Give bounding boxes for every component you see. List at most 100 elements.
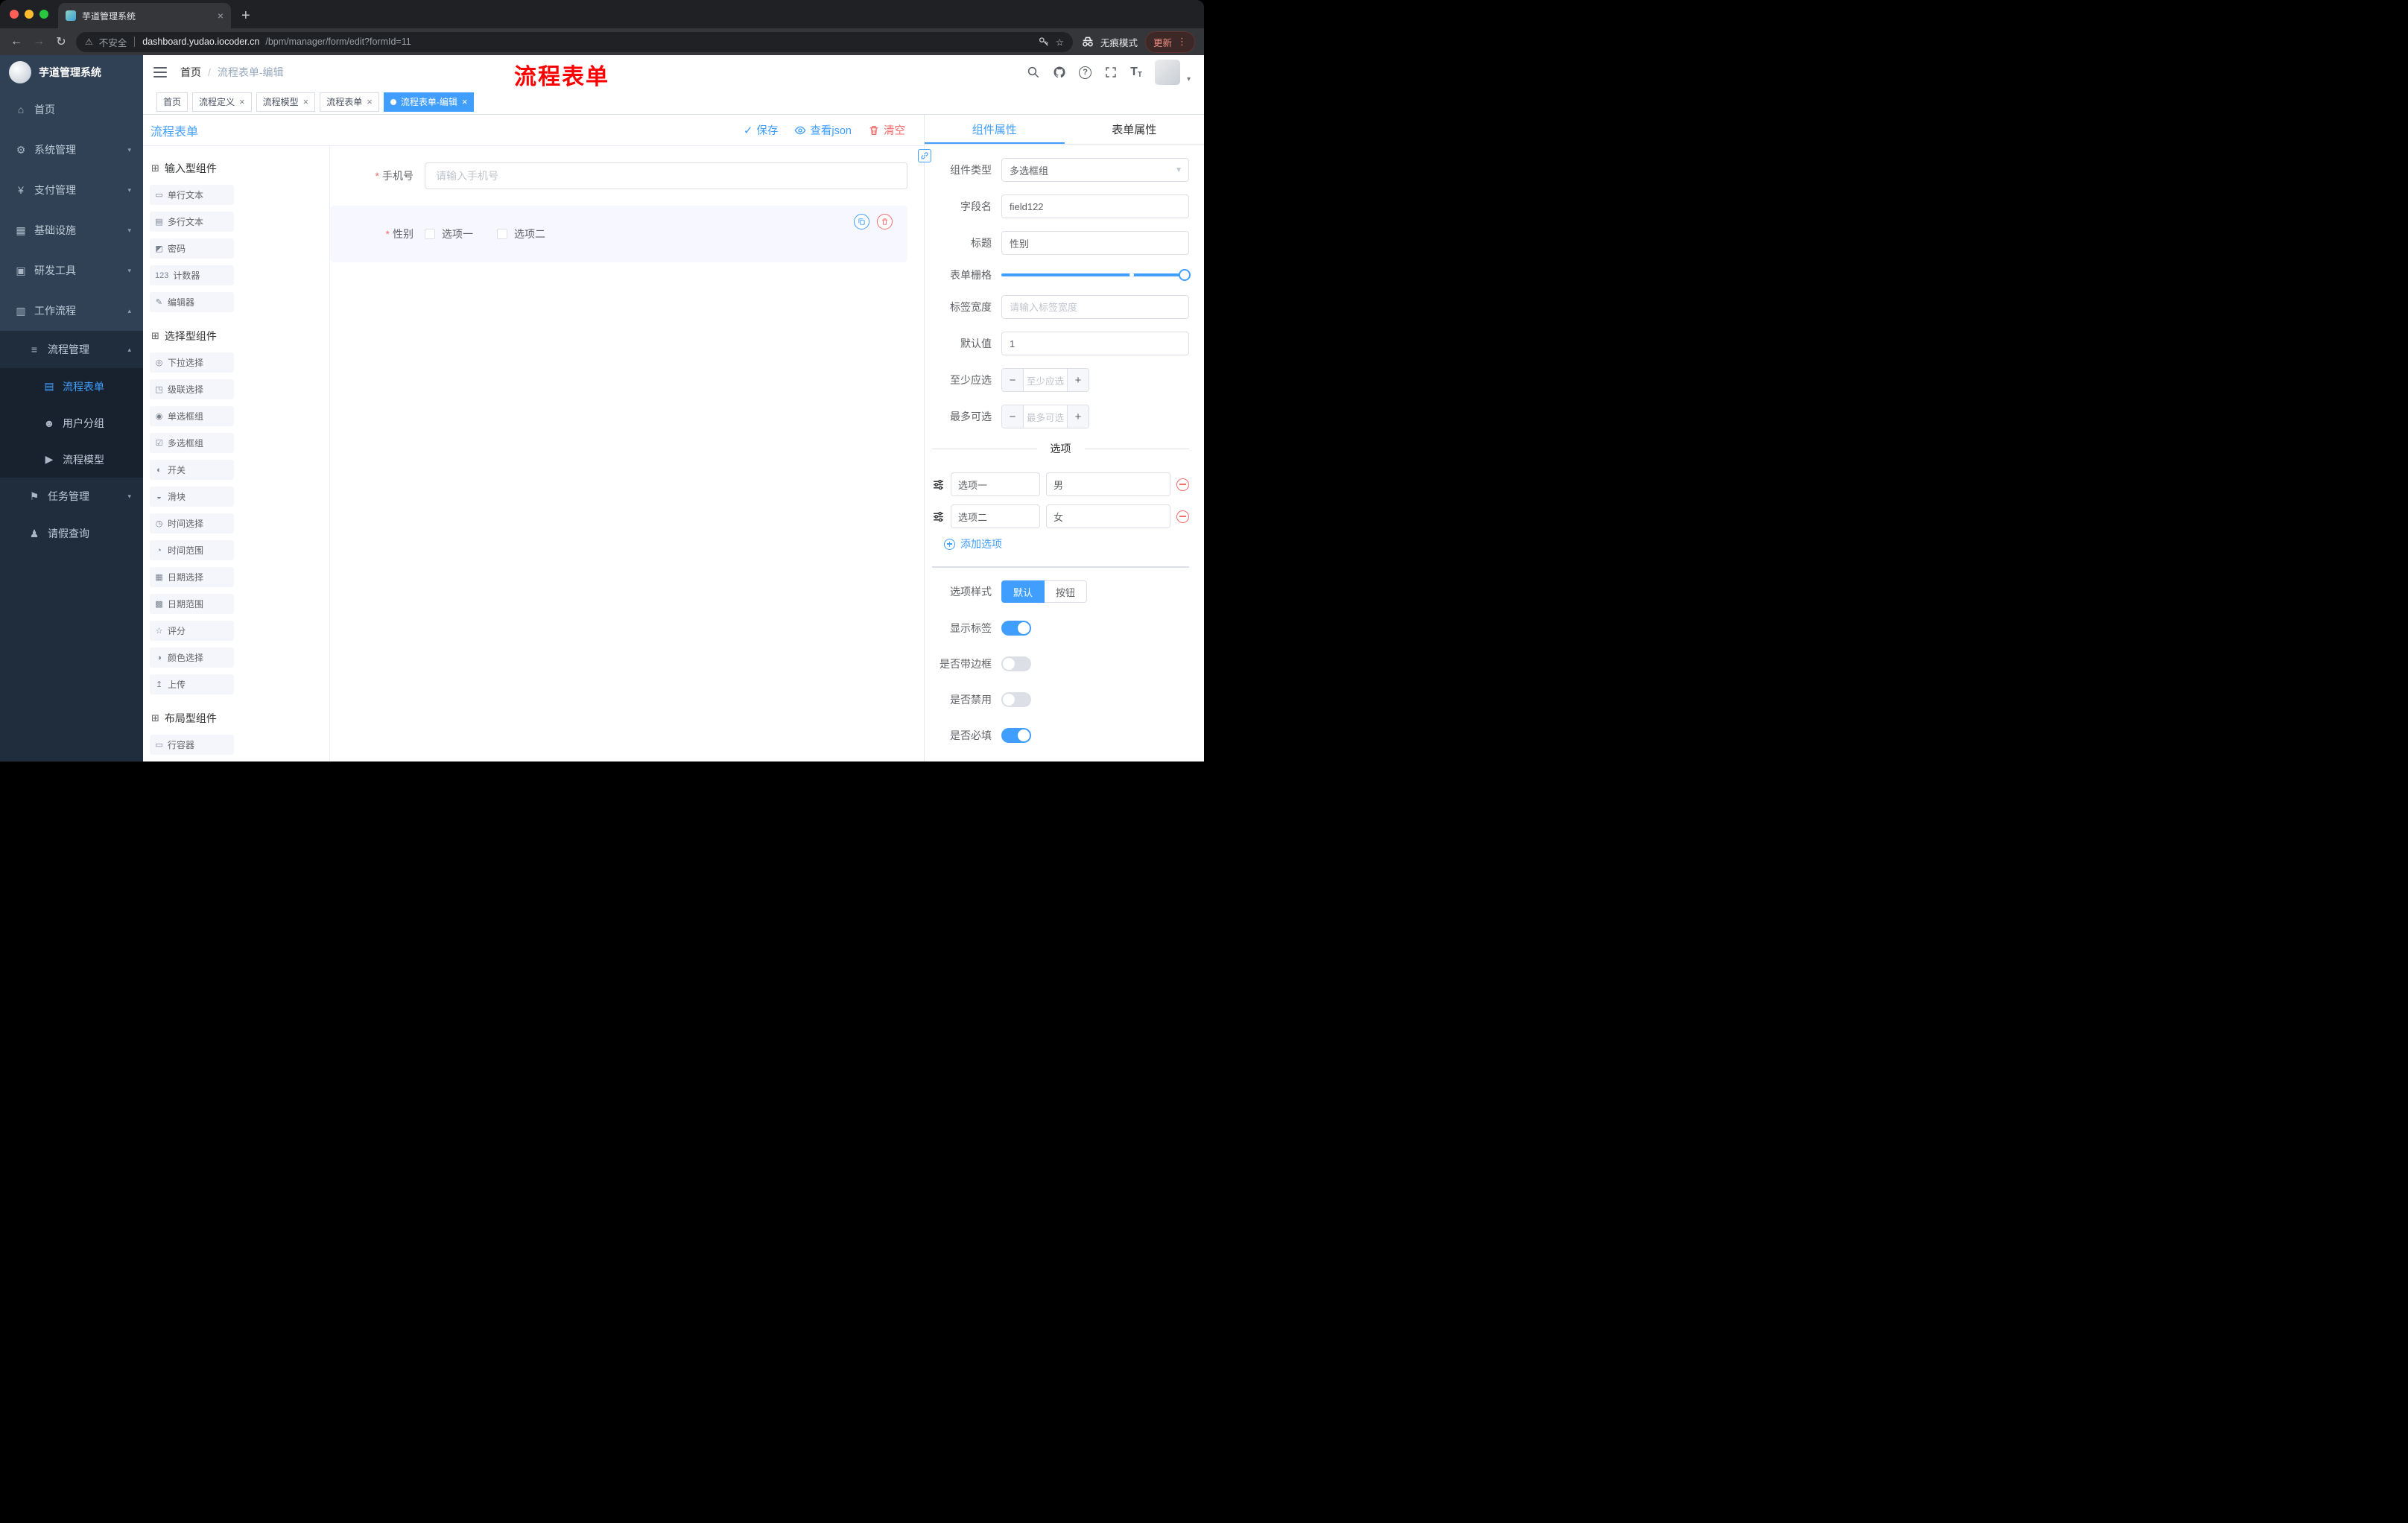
max-select-value[interactable]: 最多可选 [1024,405,1067,428]
gender-checkbox-option2[interactable]: 选项二 [497,227,545,241]
component-chip[interactable]: ▩ 日期范围 [150,594,234,614]
checkbox[interactable] [425,229,435,239]
hamburger-icon[interactable] [153,67,167,77]
tag-process-form-edit[interactable]: 流程表单-编辑 × [383,92,475,112]
security-label[interactable]: 不安全 [99,35,127,49]
component-chip[interactable]: ◔ 时间范围 [150,540,234,560]
search-icon[interactable] [1027,66,1040,79]
option-value-input[interactable] [1046,504,1170,528]
plus-icon[interactable]: + [1067,369,1089,391]
sidebar-item-system-mgmt[interactable]: ⚙ 系统管理 ▾ [0,130,143,170]
github-icon[interactable] [1053,66,1066,79]
reload-icon[interactable]: ↻ [54,34,69,49]
tag-close-icon[interactable]: × [303,97,309,107]
new-tab-button[interactable]: + [241,8,250,23]
sidebar-item-process-mgmt[interactable]: ≡ 流程管理 ▴ [0,331,143,368]
label-width-input[interactable] [1001,295,1189,319]
option-label-input[interactable] [951,472,1040,496]
update-button[interactable]: 更新 ⋮ [1144,31,1195,53]
plus-icon[interactable]: + [1067,405,1089,428]
breadcrumb-home[interactable]: 首页 [180,65,201,80]
component-chip[interactable]: ↥ 上传 [150,674,234,694]
avatar-caret-icon[interactable]: ▾ [1187,75,1191,85]
tag-close-icon[interactable]: × [367,97,373,107]
drag-handle-icon[interactable] [932,478,945,491]
gender-checkbox-option1[interactable]: 选项一 [425,227,473,241]
address-bar[interactable]: ⚠ 不安全 dashboard.yudao.iocoder.cn /bpm/ma… [76,31,1073,52]
gender-field-row[interactable]: 性别 选项一 选项二 [330,206,907,262]
component-chip[interactable]: ☆ 评分 [150,621,234,641]
component-chip[interactable]: ✎ 编辑器 [150,292,234,312]
component-chip[interactable]: ▦ 日期选择 [150,567,234,587]
tag-close-icon[interactable]: × [462,97,468,107]
tag-home[interactable]: 首页 [156,92,188,112]
copy-component-button[interactable] [854,214,869,229]
remove-option-button[interactable] [1176,510,1189,523]
sidebar-item-user-group[interactable]: ☻ 用户分组 [0,405,143,441]
style-default-button[interactable]: 默认 [1001,580,1045,603]
component-type-select[interactable]: 多选框组 ▼ [1001,158,1189,182]
back-icon[interactable]: ← [9,35,24,48]
component-chip[interactable]: ▤ 多行文本 [150,212,234,232]
checkbox[interactable] [497,229,507,239]
component-chip[interactable]: ◎ 下拉选择 [150,352,234,373]
component-chip[interactable]: ◉ 单选框组 [150,406,234,426]
remove-option-button[interactable] [1176,478,1189,491]
zoom-window-button[interactable] [39,10,48,19]
phone-input[interactable] [425,162,907,189]
minimize-window-button[interactable] [25,10,34,19]
minus-icon[interactable]: − [1002,405,1024,428]
sidebar-item-process-form[interactable]: ▤ 流程表单 [0,368,143,405]
drag-handle-icon[interactable] [932,510,945,523]
component-chip[interactable]: ▭ 行容器 [150,735,234,755]
show-label-toggle[interactable] [1001,621,1031,636]
tag-close-icon[interactable]: × [239,97,245,107]
field-name-input[interactable] [1001,194,1189,218]
sidebar-item-home[interactable]: ⌂ 首页 [0,89,143,130]
sidebar-item-leave-query[interactable]: ♟ 请假查询 [0,515,143,552]
required-toggle[interactable] [1001,728,1031,743]
sidebar-item-devtools[interactable]: ▣ 研发工具 ▾ [0,250,143,291]
tab-form-props[interactable]: 表单属性 [1065,115,1205,144]
component-chip[interactable]: ◐ 开关 [150,460,234,480]
avatar[interactable] [1154,60,1180,85]
clear-button[interactable]: 清空 [868,122,905,138]
style-button-button[interactable]: 按钮 [1045,580,1088,603]
component-chip[interactable]: ◒ 滑块 [150,487,234,507]
component-chip[interactable]: ◑ 颜色选择 [150,647,234,668]
slider-handle[interactable] [1179,269,1191,281]
sidebar-item-task-mgmt[interactable]: ⚑ 任务管理 ▾ [0,478,143,515]
tag-process-model[interactable]: 流程模型 × [256,92,316,112]
phone-field-row[interactable]: 手机号 [330,162,924,189]
help-icon[interactable]: ? [1079,66,1092,79]
option-value-input[interactable] [1046,472,1170,496]
disabled-toggle[interactable] [1001,692,1031,707]
password-key-icon[interactable] [1038,35,1050,49]
chain-link-icon[interactable] [918,149,931,162]
add-option-link[interactable]: 添加选项 [944,536,1189,551]
component-chip[interactable]: ▭ 单行文本 [150,185,234,205]
min-select-value[interactable]: 至少应选 [1024,369,1067,391]
bookmark-star-icon[interactable]: ☆ [1056,37,1064,48]
tab-close-icon[interactable]: × [218,10,224,21]
font-size-icon[interactable]: TT [1130,66,1142,79]
save-button[interactable]: ✓ 保存 [744,122,779,138]
sidebar-item-payment-mgmt[interactable]: ¥ 支付管理 ▾ [0,170,143,210]
view-json-button[interactable]: 查看json [794,122,852,138]
component-chip[interactable]: ◷ 时间选择 [150,513,234,533]
minus-icon[interactable]: − [1002,369,1024,391]
title-input[interactable] [1001,231,1189,255]
with-border-toggle[interactable] [1001,656,1031,671]
component-chip[interactable]: ◩ 密码 [150,238,234,259]
option-label-input[interactable] [951,504,1040,528]
delete-component-button[interactable] [877,214,893,229]
close-window-button[interactable] [10,10,19,19]
grid-slider[interactable] [1001,269,1191,281]
component-chip[interactable]: ◳ 级联选择 [150,379,234,399]
sidebar-item-process-model[interactable]: ▶ 流程模型 [0,441,143,478]
fullscreen-icon[interactable] [1104,66,1118,79]
tag-process-form[interactable]: 流程表单 × [320,92,379,112]
component-chip[interactable]: ☑ 多选框组 [150,433,234,453]
sidebar-item-workflow[interactable]: ▥ 工作流程 ▴ [0,291,143,331]
tag-process-definition[interactable]: 流程定义 × [192,92,252,112]
